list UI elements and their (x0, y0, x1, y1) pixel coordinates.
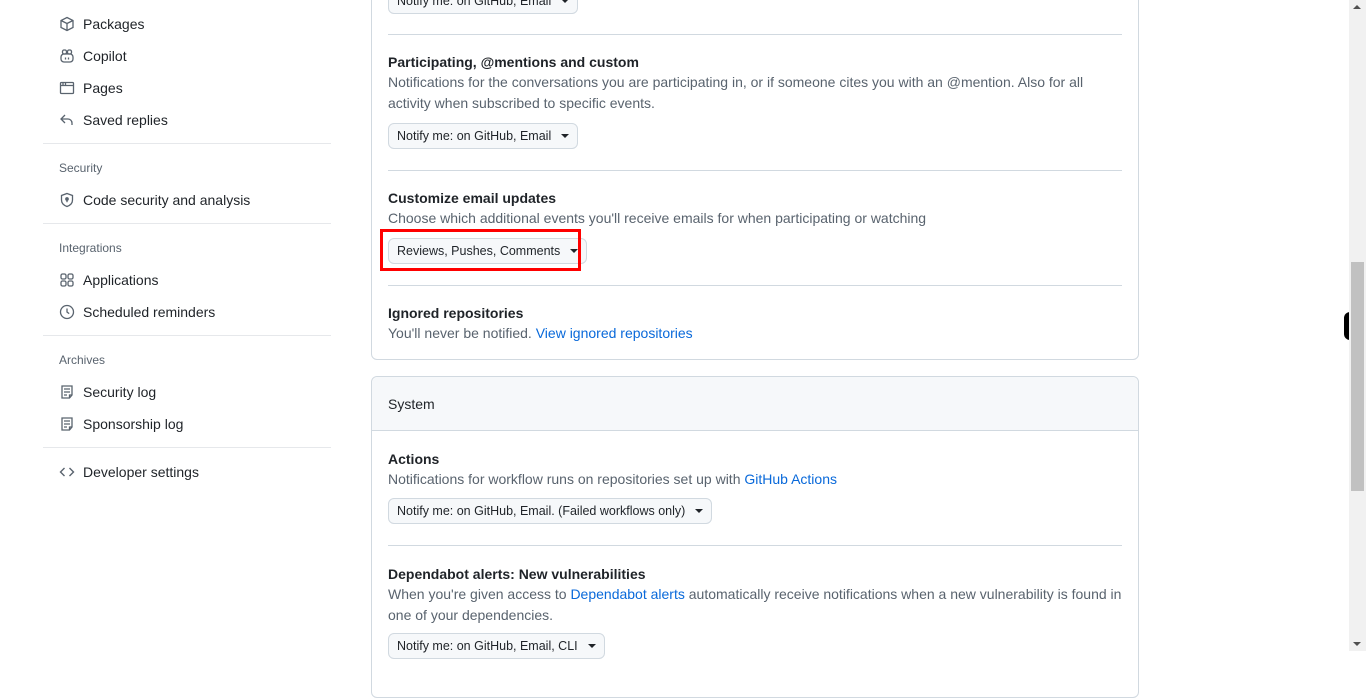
sidebar-item-label: Copilot (83, 48, 127, 64)
caret-down-icon (587, 644, 596, 648)
log-icon (59, 416, 75, 432)
sidebar-item-scheduled-reminders[interactable]: Scheduled reminders (43, 296, 331, 328)
participating-description: Notifications for the conversations you … (388, 74, 1084, 111)
browser-icon (59, 80, 75, 96)
sidebar-item-code-security[interactable]: Code security and analysis (43, 184, 331, 216)
sidebar-divider (43, 447, 331, 448)
row-divider (388, 545, 1122, 546)
sidebar-heading-integrations: Integrations (59, 241, 122, 255)
row-divider (388, 285, 1122, 286)
select-label: Reviews, Pushes, Comments (397, 244, 561, 258)
actions-title: Actions (388, 451, 440, 467)
sidebar-item-developer-settings[interactable]: Developer settings (43, 456, 331, 488)
ignored-repos-description: You'll never be notified. View ignored r… (388, 323, 1122, 344)
reply-icon (59, 112, 75, 128)
vertical-scrollbar[interactable] (1349, 0, 1366, 651)
sidebar-item-label: Applications (83, 272, 159, 288)
github-actions-link[interactable]: GitHub Actions (744, 471, 837, 487)
customize-email-description: Choose which additional events you'll re… (388, 210, 927, 226)
view-ignored-repositories-link[interactable]: View ignored repositories (536, 325, 693, 341)
clock-icon (59, 304, 75, 320)
select-label: Notify me: on GitHub, Email (397, 129, 552, 143)
sidebar-item-label: Packages (83, 16, 145, 32)
participating-notify-select[interactable]: Notify me: on GitHub, Email (388, 123, 579, 149)
sidebar-divider (43, 143, 331, 144)
apps-icon (59, 272, 75, 288)
sidebar-item-applications[interactable]: Applications (43, 264, 331, 296)
caret-down-icon (570, 249, 579, 253)
system-card-header: System (372, 377, 1138, 431)
row-divider (388, 34, 1122, 35)
system-card: System Actions Notifications for workflo… (371, 376, 1139, 698)
customize-email-title: Customize email updates (388, 190, 557, 206)
watching-notify-select[interactable]: Notify me: on GitHub, Email (388, 0, 579, 14)
sidebar-item-label: Code security and analysis (83, 192, 251, 208)
sidebar-item-pages[interactable]: Pages (43, 72, 331, 104)
scroll-up-arrow-icon[interactable] (1353, 5, 1361, 9)
sidebar-item-label: Developer settings (83, 464, 199, 480)
actions-description: Notifications for workflow runs on repos… (388, 469, 1122, 490)
sidebar-divider (43, 223, 331, 224)
participating-title: Participating, @mentions and custom (388, 54, 639, 70)
sidebar-item-sponsorship-log[interactable]: Sponsorship log (43, 408, 331, 440)
sidebar-item-label: Pages (83, 80, 123, 96)
ignored-repos-title: Ignored repositories (388, 305, 524, 321)
sidebar-item-label: Security log (83, 384, 157, 400)
actions-description-text: Notifications for workflow runs on repos… (388, 471, 741, 487)
package-icon (59, 16, 75, 32)
dependabot-alerts-link[interactable]: Dependabot alerts (570, 586, 684, 602)
sidebar-item-saved-replies[interactable]: Saved replies (43, 104, 331, 136)
sidebar-item-copilot[interactable]: Copilot (43, 40, 331, 72)
select-label: Notify me: on GitHub, Email. (Failed wor… (397, 504, 686, 518)
sidebar-divider (43, 335, 331, 336)
shield-lock-icon (59, 192, 75, 208)
log-icon (59, 384, 75, 400)
subscriptions-card: Notify me: on GitHub, Email Participatin… (371, 0, 1139, 360)
scroll-down-arrow-icon[interactable] (1353, 642, 1361, 646)
dependabot-title: Dependabot alerts: New vulnerabilities (388, 566, 646, 582)
dependabot-notify-select[interactable]: Notify me: on GitHub, Email, CLI (388, 633, 605, 659)
caret-down-icon (561, 0, 570, 3)
select-label: Notify me: on GitHub, Email (397, 0, 552, 8)
sidebar-item-security-log[interactable]: Security log (43, 376, 331, 408)
row-divider (388, 170, 1122, 171)
copilot-icon (59, 48, 75, 64)
sidebar-item-label: Saved replies (83, 112, 168, 128)
customize-email-select[interactable]: Reviews, Pushes, Comments (388, 238, 588, 264)
sidebar-item-packages[interactable]: Packages (43, 8, 331, 40)
sidebar-heading-archives: Archives (59, 353, 106, 367)
actions-notify-select[interactable]: Notify me: on GitHub, Email. (Failed wor… (388, 498, 713, 524)
code-icon (59, 464, 75, 480)
caret-down-icon (695, 509, 704, 513)
sidebar-item-label: Scheduled reminders (83, 304, 216, 320)
caret-down-icon (561, 134, 570, 138)
scrollbar-thumb[interactable] (1351, 262, 1364, 491)
ignored-repos-text: You'll never be notified. (388, 325, 532, 341)
dependabot-description: When you're given access to Dependabot a… (388, 584, 1122, 626)
sidebar-item-label: Sponsorship log (83, 416, 184, 432)
sidebar-heading-security: Security (59, 161, 103, 175)
dependabot-description-text: When you're given access to (388, 586, 567, 602)
